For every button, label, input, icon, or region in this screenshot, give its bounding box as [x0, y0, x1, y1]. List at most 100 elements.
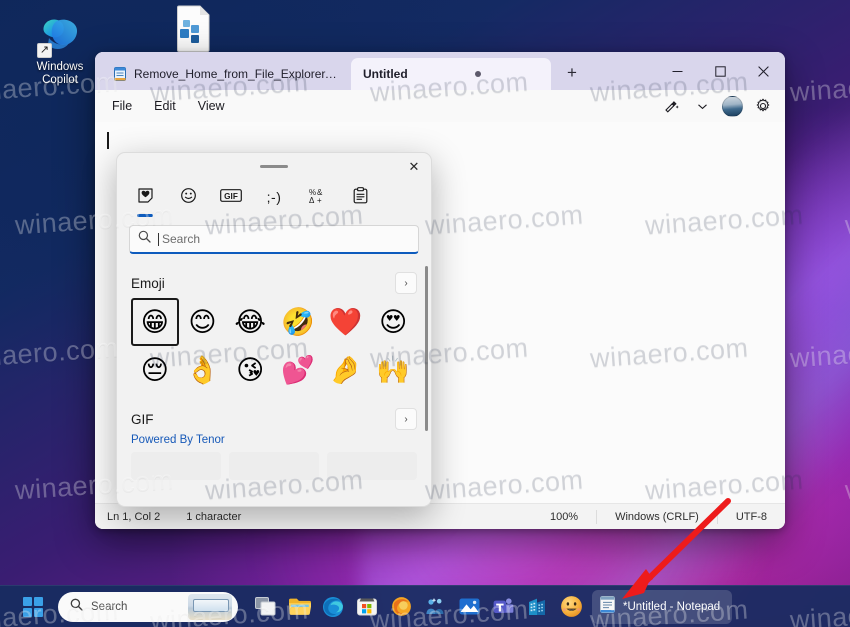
new-tab-button[interactable]: + [557, 58, 587, 88]
taskbar-item-microsoft-edge[interactable] [316, 590, 350, 624]
emoji-cell[interactable]: 🤌 [322, 346, 370, 394]
svg-text:Δ: Δ [309, 196, 315, 204]
emoji-tab-recent[interactable] [125, 181, 165, 217]
emoji-tab-emoji[interactable] [168, 181, 208, 213]
emoji-search-input[interactable]: Search [129, 225, 419, 254]
emoji-tab-kaomoji[interactable]: ;-) [254, 181, 294, 213]
status-line-endings[interactable]: Windows (CRLF) [596, 509, 717, 524]
chevron-down-icon[interactable] [688, 93, 716, 119]
emoji-panel-tabs: GIF ;-) % & Δ + [117, 179, 431, 217]
notepad-tab-untitled[interactable]: Untitled [351, 58, 551, 90]
taskbar-item-people[interactable] [418, 590, 452, 624]
emoji-panel-body: Emoji › 😁 😊 😂 🤣 ❤️ 😍 😔 👌 😘 💕 🤌 🙌 GIF › P… [117, 260, 431, 506]
notepad-tab-reg-file[interactable]: Remove_Home_from_File_Explorer.reg [101, 58, 351, 90]
taskbar-item-file-explorer[interactable] [282, 590, 316, 624]
desktop-icon-reg-file[interactable] [150, 4, 234, 52]
svg-text:+: + [317, 196, 322, 204]
minimize-icon[interactable] [656, 52, 699, 90]
desktop-icon-label: Windows Copilot [36, 61, 84, 86]
gif-placeholder[interactable] [327, 452, 417, 480]
maximize-icon[interactable] [699, 52, 742, 90]
taskbar-search-placeholder: Search [91, 600, 128, 613]
clipboard-icon [353, 187, 368, 207]
emoji-cell[interactable]: 😂 [226, 298, 274, 346]
emoji-cell[interactable]: 👌 [179, 346, 227, 394]
taskbar-running-app-label: *Untitled - Notepad [623, 600, 721, 613]
emoji-search-container: Search [117, 215, 431, 260]
drag-handle[interactable] [260, 165, 288, 168]
emoji-cell[interactable]: 💕 [274, 346, 322, 394]
emoji-grid: 😁 😊 😂 🤣 ❤️ 😍 😔 👌 😘 💕 🤌 🙌 [131, 298, 417, 394]
search-icon [70, 598, 83, 616]
status-encoding[interactable]: UTF-8 [716, 509, 785, 524]
notepad-icon [599, 595, 616, 619]
tenor-attribution-link[interactable]: Powered By Tenor [131, 434, 417, 446]
unsaved-indicator-dot [474, 71, 481, 77]
emoji-section-more-button[interactable]: › [395, 272, 417, 294]
emoji-section-title: Emoji [131, 275, 165, 291]
emoji-cell[interactable]: 😔 [131, 346, 179, 394]
taskbar-search-box[interactable]: Search [58, 591, 238, 622]
symbols-icon: % & Δ + [307, 187, 327, 207]
gif-section-more-button[interactable]: › [395, 408, 417, 430]
clipboard-heart-icon [137, 187, 154, 207]
emoji-panel-scrollbar[interactable] [425, 266, 428, 431]
gif-results-row [131, 452, 417, 480]
start-button[interactable] [16, 590, 50, 624]
taskbar-item-microsoft-store[interactable] [350, 590, 384, 624]
search-icon [138, 230, 151, 248]
taskbar-item-task-view[interactable] [248, 590, 282, 624]
registry-file-icon [170, 4, 214, 52]
notepad-tab-title: Remove_Home_from_File_Explorer.reg [134, 67, 339, 81]
taskbar-item-firefox[interactable] [384, 590, 418, 624]
gif-icon: GIF [220, 188, 242, 206]
search-placeholder: Search [162, 232, 201, 246]
emoji-cell[interactable]: 🙌 [369, 346, 417, 394]
menu-item-edit[interactable]: Edit [143, 95, 187, 117]
text-caret [107, 132, 109, 149]
taskbar-item-emoji-panel[interactable] [554, 590, 588, 624]
desktop-icon-windows-copilot[interactable]: ↗ Windows Copilot [18, 12, 102, 87]
status-cursor-position: Ln 1, Col 2 [107, 510, 161, 523]
emoji-panel: ✕ GIF ;-) % & Δ + Search Emoji › 😁 😊 😂 🤣… [116, 152, 432, 507]
emoji-cell[interactable]: 😁 [131, 298, 179, 346]
gif-placeholder[interactable] [131, 452, 221, 480]
copilot-icon: ↗ [37, 12, 83, 58]
emoji-cell[interactable]: 😍 [369, 298, 417, 346]
taskbar-item-company-portal[interactable] [520, 590, 554, 624]
emoji-scroll-area: Emoji › 😁 😊 😂 🤣 ❤️ 😍 😔 👌 😘 💕 🤌 🙌 GIF › P… [117, 260, 431, 480]
copilot-rewrite-icon[interactable] [657, 93, 685, 119]
emoji-tab-symbols[interactable]: % & Δ + [297, 181, 337, 213]
svg-text:GIF: GIF [224, 192, 238, 201]
notepad-menubar: File Edit View [95, 90, 785, 122]
taskbar-running-app-notepad[interactable]: *Untitled - Notepad [592, 589, 733, 624]
settings-gear-icon[interactable] [749, 93, 777, 119]
emoji-cell[interactable]: 🤣 [274, 298, 322, 346]
tab-selected-indicator [137, 214, 153, 217]
emoji-section-header: Emoji › [131, 272, 417, 294]
notepad-doc-icon [113, 66, 127, 82]
taskbar-item-photos[interactable] [452, 590, 486, 624]
shortcut-arrow-badge: ↗ [37, 43, 52, 58]
close-icon[interactable]: ✕ [401, 156, 427, 178]
search-highlight-thumbnail[interactable] [188, 593, 232, 620]
notepad-tabstrip: Remove_Home_from_File_Explorer.reg Untit… [95, 52, 587, 90]
gif-section-title: GIF [131, 411, 154, 427]
menu-item-view[interactable]: View [187, 95, 236, 117]
emoji-tab-clipboard-history[interactable] [340, 181, 380, 213]
emoji-cell[interactable]: 😊 [179, 298, 227, 346]
emoji-cell[interactable]: 😘 [226, 346, 274, 394]
gif-placeholder[interactable] [229, 452, 319, 480]
account-avatar[interactable] [722, 95, 743, 117]
gif-section-header: GIF › [131, 408, 417, 430]
emoji-cell[interactable]: ❤️ [322, 298, 370, 346]
status-zoom-level[interactable]: 100% [532, 510, 596, 524]
notepad-titlebar[interactable]: Remove_Home_from_File_Explorer.reg Untit… [95, 52, 785, 90]
menu-item-file[interactable]: File [101, 95, 143, 117]
emoji-tab-gif[interactable]: GIF [211, 181, 251, 213]
taskbar-item-microsoft-teams[interactable] [486, 590, 520, 624]
notepad-tab-title: Untitled [363, 67, 408, 81]
notepad-toolbar-right [657, 90, 777, 122]
close-icon[interactable] [742, 52, 785, 90]
search-caret [158, 232, 159, 246]
